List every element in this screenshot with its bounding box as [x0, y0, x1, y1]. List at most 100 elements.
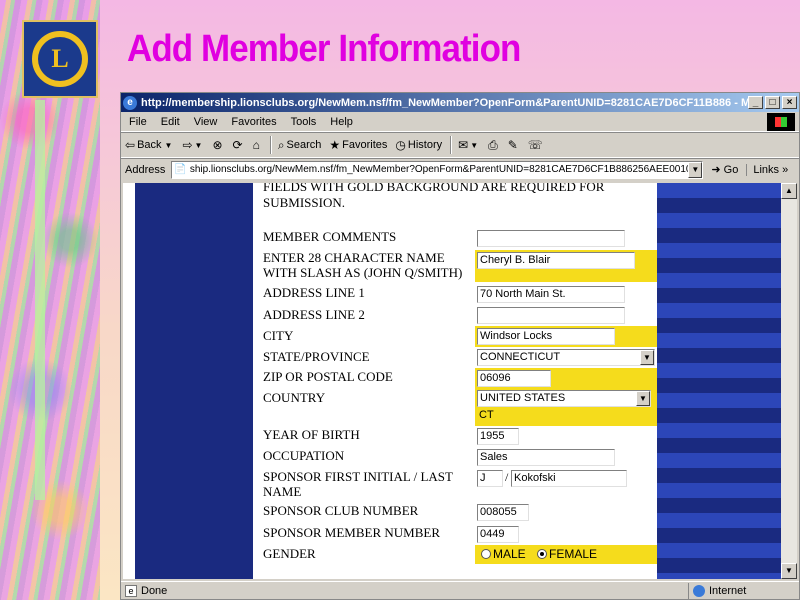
- toolbar: ⇦ Back ▼ ⇨ ▼ ⊗ ⟳ ⌂ ⌕ Search ★ Favorites ◷ Hist…: [121, 132, 799, 158]
- address-bar: Address 📄 ship.lionsclubs.org/NewMem.nsf…: [121, 158, 799, 180]
- member-comments-input[interactable]: [477, 230, 625, 247]
- menu-help[interactable]: Help: [330, 116, 353, 128]
- print-icon: ⎙: [488, 137, 498, 152]
- striped-background: [657, 183, 785, 579]
- vertical-scrollbar[interactable]: ▲ ▼: [781, 183, 797, 579]
- print-button[interactable]: ⎙: [488, 138, 500, 153]
- home-icon: ⌂: [252, 138, 260, 152]
- browser-window: e http://membership.lionsclubs.org/NewMe…: [120, 92, 800, 600]
- city-label: CITY: [263, 328, 294, 343]
- discuss-icon: ☏: [527, 138, 543, 152]
- back-button[interactable]: ⇦ Back ▼: [125, 138, 174, 152]
- history-icon: ◷: [395, 138, 406, 152]
- sponsor-last-input[interactable]: Kokofski: [511, 470, 627, 487]
- page-done-icon: e: [125, 584, 137, 597]
- close-button[interactable]: ×: [782, 96, 797, 109]
- zip-label: ZIP OR POSTAL CODE: [263, 369, 393, 384]
- birth-year-input[interactable]: 1955: [477, 428, 519, 445]
- minimize-button[interactable]: _: [748, 96, 763, 109]
- status-bar: e Done Internet: [121, 581, 799, 599]
- chevron-down-icon: ▼: [164, 140, 173, 150]
- refresh-icon: ⟳: [232, 138, 243, 152]
- favorites-icon: ★: [329, 138, 341, 152]
- address-label: Address: [125, 163, 166, 176]
- gender-options: MALE FEMALE: [481, 547, 597, 561]
- edit-icon: ✎: [507, 138, 518, 152]
- mail-icon: ✉: [458, 138, 469, 152]
- chevron-down-icon[interactable]: ▼: [636, 391, 650, 406]
- menu-bar: File Edit View Favorites Tools Help: [121, 112, 799, 132]
- address1-label: ADDRESS LINE 1: [263, 285, 365, 300]
- address-dropdown-icon[interactable]: ▼: [688, 161, 703, 178]
- country-label: COUNTRY: [263, 390, 326, 405]
- name-label: ENTER 28 CHARACTER NAME WITH SLASH AS (J…: [263, 250, 463, 280]
- gender-label: GENDER: [263, 546, 316, 561]
- name-input[interactable]: Cheryl B. Blair: [477, 252, 635, 269]
- forward-button[interactable]: ⇨ ▼: [182, 138, 204, 152]
- search-button[interactable]: ⌕ Search: [278, 138, 322, 153]
- favorites-button[interactable]: ★ Favorites: [329, 138, 387, 152]
- sponsor-member-input[interactable]: 0449: [477, 526, 519, 543]
- history-button[interactable]: ◷ History: [395, 138, 442, 152]
- edit-button[interactable]: ✎: [508, 138, 520, 152]
- address2-label: ADDRESS LINE 2: [263, 307, 365, 322]
- gender-female-radio[interactable]: FEMALE: [537, 547, 597, 561]
- city-input[interactable]: Windsor Locks: [477, 328, 615, 345]
- sponsor-initial-input[interactable]: J: [477, 470, 503, 487]
- window-titlebar: e http://membership.lionsclubs.org/NewMe…: [121, 93, 799, 112]
- ie-icon: e: [123, 95, 137, 110]
- member-form: FIELDS WITH GOLD BACKGROUND ARE REQUIRED…: [263, 183, 657, 579]
- chevron-down-icon: ▼: [470, 140, 479, 150]
- menu-favorites[interactable]: Favorites: [231, 116, 276, 128]
- address-input[interactable]: 📄 ship.lionsclubs.org/NewMem.nsf/fm_NewM…: [171, 160, 704, 179]
- links-button[interactable]: Links »: [746, 163, 788, 176]
- sponsor-slash: /: [505, 470, 509, 484]
- sponsor-club-input[interactable]: 008055: [477, 504, 529, 521]
- go-button[interactable]: ➜ Go: [711, 163, 738, 176]
- member-comments-label: MEMBER COMMENTS: [263, 229, 397, 244]
- state-label: STATE/PROVINCE: [263, 349, 370, 364]
- menu-tools[interactable]: Tools: [291, 116, 317, 128]
- maximize-button[interactable]: □: [765, 96, 780, 109]
- home-button[interactable]: ⌂: [253, 138, 262, 152]
- country-select[interactable]: UNITED STATES ▼: [477, 390, 651, 407]
- occupation-input[interactable]: Sales: [477, 449, 615, 466]
- discuss-button[interactable]: ☏: [528, 138, 545, 152]
- scroll-down-icon[interactable]: ▼: [781, 563, 797, 579]
- mail-button[interactable]: ✉ ▼: [458, 138, 480, 152]
- status-text: Done: [141, 584, 168, 597]
- sponsor-member-label: SPONSOR MEMBER NUMBER: [263, 525, 440, 540]
- forward-arrow-icon: ⇨: [182, 138, 193, 152]
- menu-edit[interactable]: Edit: [161, 116, 180, 128]
- stop-button[interactable]: ⊗: [212, 138, 224, 152]
- chevron-down-icon[interactable]: ▼: [640, 350, 654, 365]
- refresh-button[interactable]: ⟳: [233, 138, 245, 152]
- window-title: http://membership.lionsclubs.org/NewMem.…: [141, 96, 748, 109]
- address1-input[interactable]: 70 North Main St.: [477, 286, 625, 303]
- chevron-down-icon: ▼: [194, 140, 203, 150]
- sponsor-club-label: SPONSOR CLUB NUMBER: [263, 503, 419, 518]
- slide-title: Add Member Information: [127, 28, 521, 70]
- required-note: FIELDS WITH GOLD BACKGROUND ARE REQUIRED…: [263, 183, 605, 210]
- lions-logo: L: [22, 20, 98, 98]
- menu-view[interactable]: View: [194, 116, 218, 128]
- address2-input[interactable]: [477, 307, 625, 324]
- zip-input[interactable]: 06096: [477, 370, 551, 387]
- scroll-up-icon[interactable]: ▲: [781, 183, 797, 199]
- gender-male-radio[interactable]: MALE: [481, 547, 526, 561]
- navy-sidebar: [135, 183, 253, 579]
- stop-icon: ⊗: [212, 138, 223, 152]
- page-icon: 📄: [174, 164, 187, 175]
- windows-logo-icon: [767, 113, 795, 131]
- menu-file[interactable]: File: [129, 116, 147, 128]
- internet-zone-icon: [693, 584, 705, 597]
- toolbar-separator: [450, 136, 453, 154]
- zone-text: Internet: [709, 584, 747, 597]
- birth-year-label: YEAR OF BIRTH: [263, 427, 360, 442]
- toolbar-separator: [269, 136, 272, 154]
- sponsor-name-label: SPONSOR FIRST INITIAL / LAST NAME: [263, 469, 453, 499]
- search-icon: ⌕: [277, 137, 285, 152]
- state-select[interactable]: CONNECTICUT ▼: [477, 349, 655, 366]
- back-arrow-icon: ⇦: [125, 138, 136, 152]
- page-content: FIELDS WITH GOLD BACKGROUND ARE REQUIRED…: [123, 183, 785, 579]
